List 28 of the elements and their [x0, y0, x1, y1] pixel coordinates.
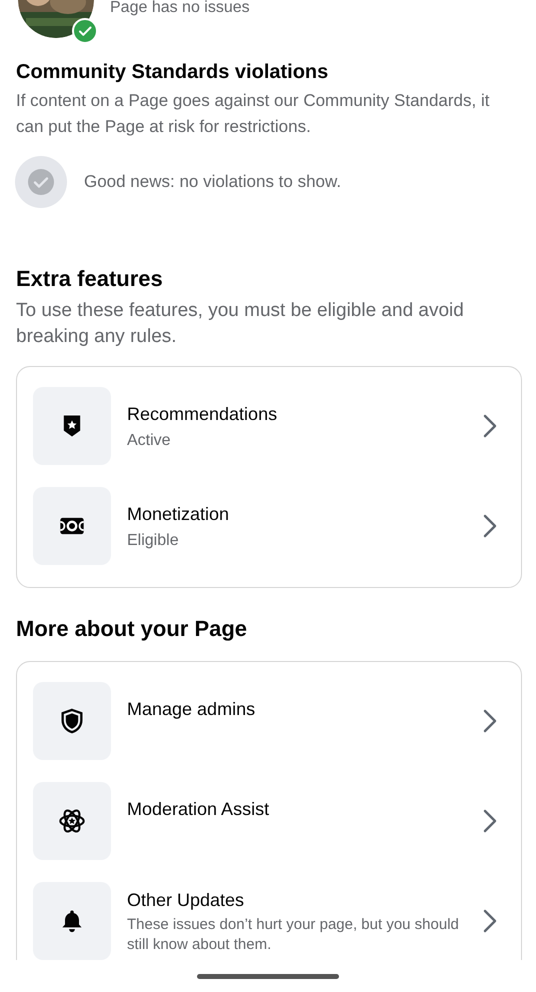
section-description: If content on a Page goes against our Community Standards, it can put the Page at risk for restrictions. — [16, 90, 490, 138]
chevron-right-icon — [481, 908, 499, 934]
home-indicator[interactable] — [197, 974, 339, 979]
section-title: Extra features — [16, 266, 164, 292]
feature-row[interactable]: Moderation Assist — [33, 782, 505, 882]
feature-title: Moderation Assist — [127, 798, 270, 820]
feature-status: Eligible — [127, 531, 180, 552]
section-title: Community Standards violations — [16, 60, 330, 84]
feature-title: Other Updates — [127, 888, 246, 911]
chevron-right-icon — [481, 708, 499, 734]
feature-status: Active — [127, 431, 172, 452]
atom-star-icon — [58, 806, 86, 835]
chevron-right-icon — [481, 413, 499, 440]
chevron-right-icon — [481, 808, 499, 834]
section-title: More about your Page — [16, 616, 248, 643]
feature-row[interactable]: Recommendations Active — [33, 387, 505, 488]
feature-description: These issues don’t hurt your page, but you should still know about them. — [127, 914, 460, 955]
chevron-right-icon — [481, 513, 499, 540]
check-circle-icon — [15, 156, 67, 208]
feature-row[interactable]: Other Updates These issues don’t hurt your page, but you should still know about them. — [33, 882, 505, 960]
feature-row[interactable]: Monetization Eligible — [33, 487, 505, 588]
empty-message: Good news: no violations to show. — [84, 171, 342, 194]
feature-title: Monetization — [127, 503, 230, 526]
section-description: To use these features, you must be eligible and avoid breaking any rules. — [16, 299, 465, 350]
feature-row[interactable]: Manage admins — [33, 682, 505, 782]
status-text: Page has no issues — [110, 0, 250, 18]
feature-title: Manage admins — [127, 698, 256, 720]
feature-title: Recommendations — [127, 403, 278, 426]
